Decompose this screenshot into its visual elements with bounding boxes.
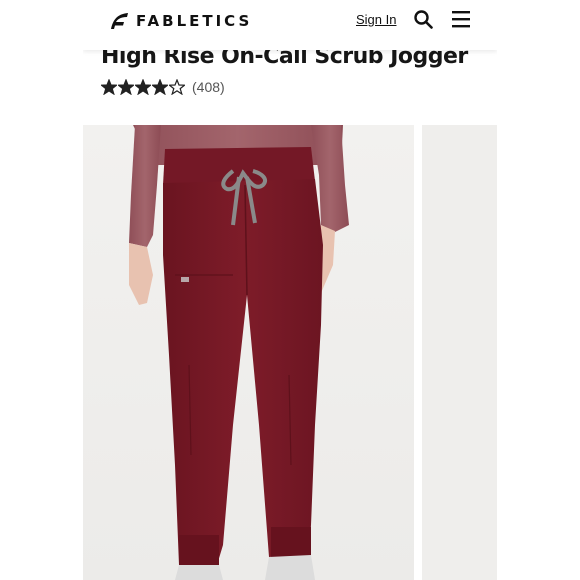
product-rating[interactable]: (408) [101, 79, 225, 95]
review-count[interactable]: (408) [192, 79, 225, 95]
search-icon[interactable] [413, 9, 433, 29]
rating-stars [101, 79, 186, 95]
star-filled-icon [152, 79, 168, 95]
hamburger-menu-icon[interactable] [451, 9, 471, 29]
brand-logo[interactable]: FABLETICS [109, 10, 252, 31]
star-filled-icon [135, 79, 151, 95]
star-filled-icon [118, 79, 134, 95]
next-product-photo[interactable] [422, 125, 497, 580]
product-page: FABLETICS Sign In High Rise On-Call Scru… [83, 0, 497, 580]
star-empty-icon [169, 79, 185, 95]
product-image-gallery[interactable] [83, 125, 497, 580]
star-filled-icon [101, 79, 117, 95]
product-photo[interactable] [83, 125, 414, 580]
sign-in-link[interactable]: Sign In [356, 12, 396, 27]
site-header: FABLETICS Sign In [83, 0, 497, 50]
jogger-photo-illustration [129, 125, 349, 580]
brand-name: FABLETICS [136, 11, 253, 30]
fabletics-logo-icon [111, 13, 128, 29]
